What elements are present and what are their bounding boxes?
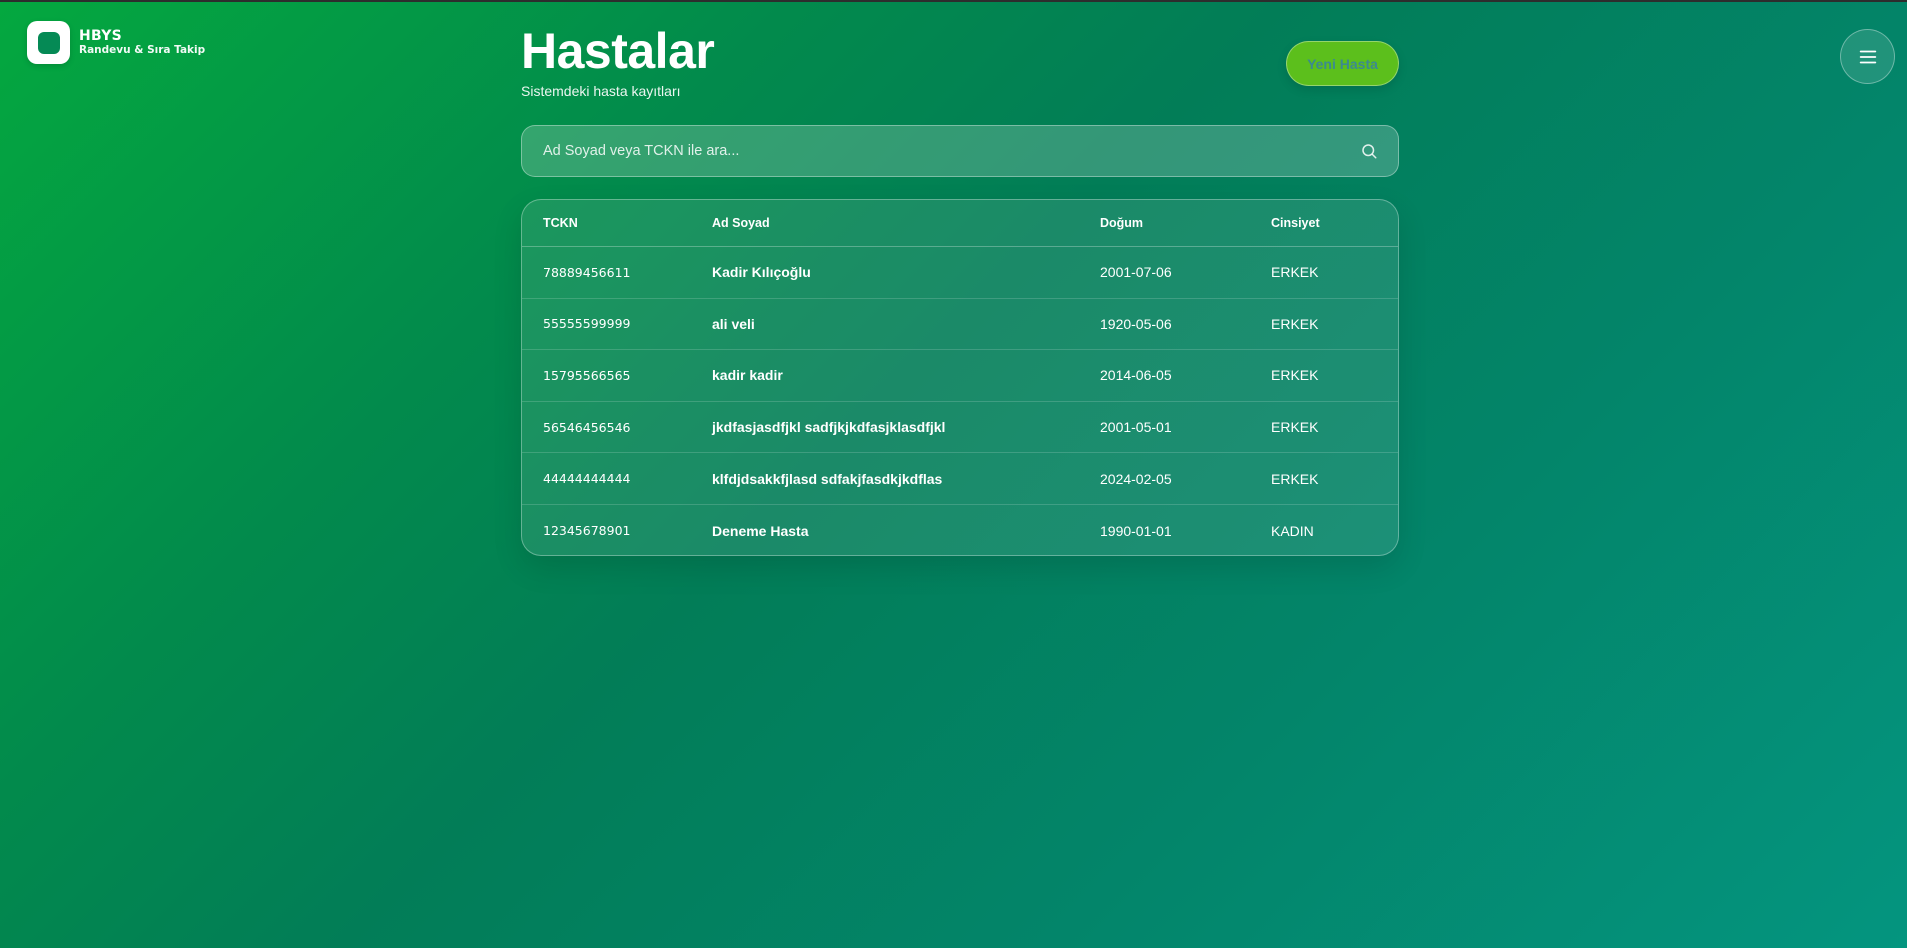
table-row[interactable]: 56546456546 jkdfasjasdfjkl sadfjkjkdfasj… — [522, 402, 1398, 454]
search-bar — [521, 125, 1399, 177]
column-header-birth[interactable]: Doğum — [1100, 216, 1271, 230]
cell-birth: 1920-05-06 — [1100, 315, 1172, 332]
cell-birth: 1990-01-01 — [1100, 522, 1172, 539]
brand[interactable]: HBYS Randevu & Sıra Takip — [27, 21, 205, 64]
cell-birth: 2014-06-05 — [1100, 367, 1172, 384]
page-subtitle: Sistemdeki hasta kayıtları — [521, 83, 681, 99]
table-row[interactable]: 55555599999 ali veli 1920-05-06 ERKEK — [522, 299, 1398, 351]
cell-name: ali veli — [712, 315, 755, 332]
search-input[interactable] — [522, 126, 1360, 176]
cell-birth: 2001-07-06 — [1100, 264, 1172, 281]
brand-title: HBYS — [79, 28, 123, 44]
table-row[interactable]: 78889456611 Kadir Kılıçoğlu 2001-07-06 E… — [522, 247, 1398, 299]
cell-gender: ERKEK — [1271, 264, 1319, 281]
brand-text: HBYS Randevu & Sıra Takip — [79, 28, 205, 57]
cell-gender: KADIN — [1271, 522, 1314, 539]
cell-tckn: 56546456546 — [543, 419, 631, 435]
table-row[interactable]: 15795566565 kadir kadir 2014-06-05 ERKEK — [522, 350, 1398, 402]
cell-name: Kadir Kılıçoğlu — [712, 264, 811, 281]
table-body: 78889456611 Kadir Kılıçoğlu 2001-07-06 E… — [522, 247, 1398, 555]
column-header-gender[interactable]: Cinsiyet — [1271, 216, 1398, 230]
page-title: Hastalar — [521, 23, 715, 79]
table-header: TCKN Ad Soyad Doğum Cinsiyet — [522, 200, 1398, 247]
column-header-tckn[interactable]: TCKN — [522, 216, 712, 230]
cell-tckn: 55555599999 — [543, 316, 631, 332]
brand-subtitle: Randevu & Sıra Takip — [79, 44, 206, 56]
cell-name: jkdfasjasdfjkl sadfjkjkdfasjklasdfjkl — [712, 419, 946, 436]
search-icon[interactable] — [1360, 142, 1378, 160]
cell-birth: 2001-05-01 — [1100, 419, 1172, 436]
cell-tckn: 78889456611 — [543, 264, 631, 280]
app-logo-icon — [27, 21, 70, 64]
cell-name: klfdjdsakkfjlasd sdfakjfasdkjkdflas — [712, 470, 943, 487]
menu-button[interactable] — [1840, 29, 1895, 84]
cell-gender: ERKEK — [1271, 367, 1319, 384]
column-header-name[interactable]: Ad Soyad — [712, 216, 1100, 230]
patients-table: TCKN Ad Soyad Doğum Cinsiyet 78889456611… — [521, 199, 1399, 556]
cell-gender: ERKEK — [1271, 315, 1319, 332]
cell-tckn: 12345678901 — [543, 523, 631, 539]
hamburger-menu-icon — [1859, 50, 1876, 63]
cell-gender: ERKEK — [1271, 470, 1319, 487]
table-row[interactable]: 12345678901 Deneme Hasta 1990-01-01 KADI… — [522, 505, 1398, 555]
cell-birth: 2024-02-05 — [1100, 470, 1172, 487]
table-row[interactable]: 44444444444 klfdjdsakkfjlasd sdfakjfasdk… — [522, 453, 1398, 505]
cell-tckn: 15795566565 — [543, 367, 631, 383]
cell-gender: ERKEK — [1271, 419, 1319, 436]
cell-tckn: 44444444444 — [543, 471, 631, 487]
cell-name: Deneme Hasta — [712, 522, 809, 539]
cell-name: kadir kadir — [712, 367, 783, 384]
new-patient-button[interactable]: Yeni Hasta — [1286, 41, 1399, 86]
